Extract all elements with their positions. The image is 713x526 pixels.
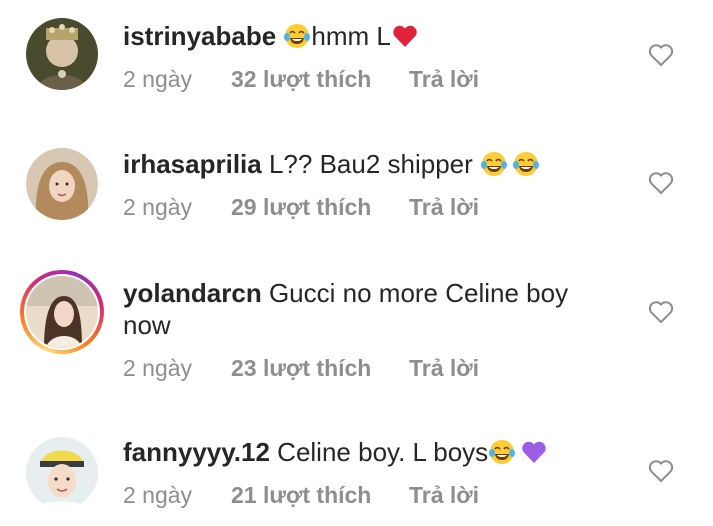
story-ring[interactable]	[20, 270, 104, 354]
like-heart-icon[interactable]	[648, 300, 674, 324]
comment-text: yolandarcn Gucci no more Celine boy now	[123, 277, 603, 341]
username[interactable]: irhasaprilia	[123, 149, 262, 179]
face-with-tears-of-joy-icon	[480, 150, 508, 178]
likes-count[interactable]: 32 lượt thích	[231, 65, 409, 93]
face-with-tears-of-joy-icon	[283, 22, 311, 50]
timestamp: 2 ngày	[123, 66, 193, 92]
likes-count[interactable]: 21 lượt thích	[231, 481, 409, 509]
avatar-image	[26, 18, 98, 90]
like-heart-icon[interactable]	[648, 459, 674, 483]
username[interactable]: yolandarcn	[123, 278, 262, 308]
red-heart-icon	[391, 22, 419, 50]
comment-meta: 2 ngày 29 lượt thích Trả lời	[123, 193, 479, 221]
comment-text: istrinyababe hmm L	[123, 20, 603, 52]
purple-heart-icon	[520, 438, 548, 466]
avatar[interactable]	[26, 148, 98, 220]
reply-button[interactable]: Trả lời	[409, 193, 479, 221]
likes-count[interactable]: 23 lượt thích	[231, 354, 409, 382]
like-heart-icon[interactable]	[648, 43, 674, 67]
comment-text: fannyyyy.12 Celine boy. L boys	[123, 436, 603, 468]
comment-body: hmm L	[311, 21, 391, 51]
avatar-image	[26, 276, 98, 348]
username[interactable]: istrinyababe	[123, 21, 276, 51]
reply-button[interactable]: Trả lời	[409, 354, 479, 382]
timestamp: 2 ngày	[123, 194, 193, 220]
face-with-tears-of-joy-icon	[512, 150, 540, 178]
comment-body: L?? Bau2 shipper	[268, 149, 481, 179]
reply-button[interactable]: Trả lời	[409, 65, 479, 93]
comment-body: Celine boy. L boys	[277, 437, 489, 467]
avatar-image	[26, 437, 98, 509]
reply-button[interactable]: Trả lời	[409, 481, 479, 509]
timestamp: 2 ngày	[123, 355, 193, 381]
avatar	[26, 276, 98, 348]
timestamp: 2 ngày	[123, 482, 193, 508]
like-heart-icon[interactable]	[648, 171, 674, 195]
avatar[interactable]	[26, 437, 98, 509]
avatar[interactable]	[26, 18, 98, 90]
comment-meta: 2 ngày 23 lượt thích Trả lời	[123, 354, 479, 382]
avatar-image	[26, 148, 98, 220]
likes-count[interactable]: 29 lượt thích	[231, 193, 409, 221]
comment-meta: 2 ngày 32 lượt thích Trả lời	[123, 65, 479, 93]
comment-text: irhasaprilia L?? Bau2 shipper	[123, 148, 603, 180]
comment-list: istrinyababe hmm L 2 ngày 32 lượt thích Tr…	[0, 0, 713, 526]
comment-meta: 2 ngày 21 lượt thích Trả lời	[123, 481, 479, 509]
face-with-tears-of-joy-icon	[488, 438, 516, 466]
username[interactable]: fannyyyy.12	[123, 437, 270, 467]
